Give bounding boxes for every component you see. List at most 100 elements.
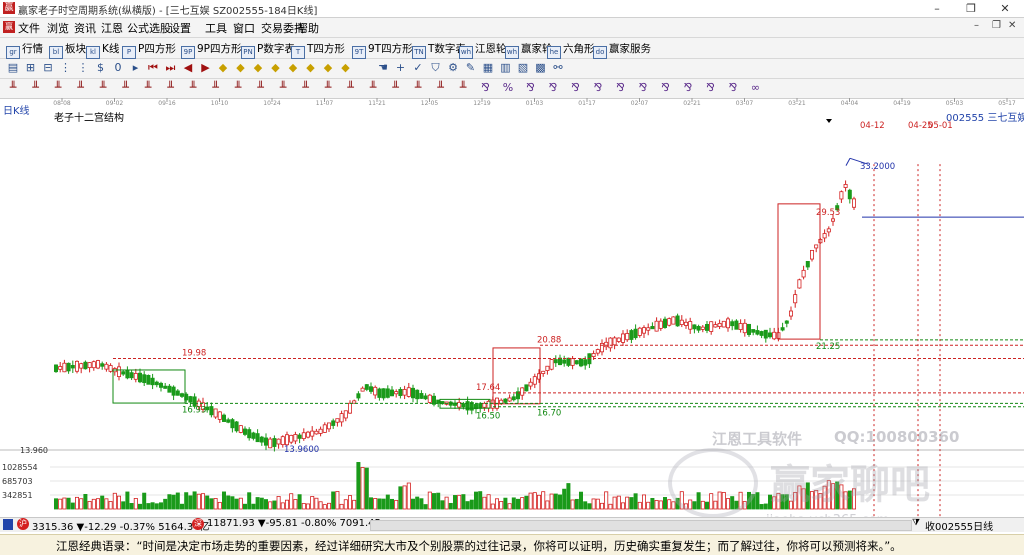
sh-index-quote[interactable]: 3315.36 ▼-12.29 -0.37% 5164.34亿 <box>32 518 210 533</box>
infinity-tool[interactable]: ∞ <box>749 81 763 95</box>
bar-tool-2[interactable]: ╨ <box>29 81 43 95</box>
child-restore-button[interactable]: ❐ <box>992 20 1001 31</box>
horizontal-scrollbar[interactable] <box>370 520 912 531</box>
sh-index-icon[interactable]: 沪 <box>17 518 29 530</box>
status-menu-icon[interactable] <box>3 519 13 530</box>
bar-tool-11[interactable]: ╨ <box>231 81 245 95</box>
bar-tool-13[interactable]: ╨ <box>276 81 290 95</box>
toolbar-button-6[interactable]: T T四方形 <box>291 41 345 59</box>
fib-tool-5[interactable]: ⅋ <box>614 81 628 95</box>
right-arrow-icon[interactable]: ▶ <box>199 61 213 75</box>
diamond2-icon[interactable]: ◆ <box>234 61 248 75</box>
bar-tool-16[interactable]: ╨ <box>344 81 358 95</box>
bar-tool-21[interactable]: ╨ <box>456 81 470 95</box>
toolbar-button-0[interactable]: gr 行情 <box>6 41 43 59</box>
table-icon[interactable]: ▦ <box>481 61 495 75</box>
ref-icon[interactable]: ✎ <box>464 61 478 75</box>
diamond3-icon[interactable]: ◆ <box>251 61 265 75</box>
bars2-icon[interactable]: ⋮ <box>76 61 90 75</box>
bar-tool-4[interactable]: ╨ <box>74 81 88 95</box>
toolbar-button-3[interactable]: P P四方形 <box>122 41 176 59</box>
play-start-icon[interactable]: ⏮ <box>146 61 160 75</box>
diamond8-icon[interactable]: ◆ <box>339 61 353 75</box>
play-icon[interactable]: ⏭ <box>164 61 178 75</box>
calc-icon[interactable]: ▥ <box>499 61 513 75</box>
menu-4[interactable]: 公式选股 <box>127 20 171 36</box>
child-minimize-button[interactable]: – <box>974 20 979 31</box>
minimize-button[interactable]: – <box>920 0 954 17</box>
period-select-icon[interactable]: ▤ <box>6 61 20 75</box>
bar-tool-7[interactable]: ╨ <box>141 81 155 95</box>
bar-tool-9[interactable]: ╨ <box>186 81 200 95</box>
toolbar-button-1[interactable]: bl 板块 <box>49 41 86 59</box>
toolbar-button-7[interactable]: 9T 9T四方形 <box>352 41 413 59</box>
toolbar-button-5[interactable]: PN P数字表 <box>241 41 295 59</box>
menu-3[interactable]: 江恩 <box>101 20 123 36</box>
toolbar-button-10[interactable]: wh 赢家轮 <box>505 41 553 59</box>
fib-tool-4[interactable]: ⅋ <box>591 81 605 95</box>
diamond6-icon[interactable]: ◆ <box>304 61 318 75</box>
filter-icon[interactable]: ⧩ <box>912 518 922 528</box>
child-window-icon[interactable]: 赢 <box>3 21 15 33</box>
fib-tool-2[interactable]: ⅋ <box>546 81 560 95</box>
check-icon[interactable]: ✓ <box>411 61 425 75</box>
close-button[interactable]: ✕ <box>988 0 1022 17</box>
bar-tool-3[interactable]: ╨ <box>51 81 65 95</box>
bar-tool-10[interactable]: ╨ <box>209 81 223 95</box>
menu-0[interactable]: 文件 <box>18 20 40 36</box>
bar-tool-15[interactable]: ╨ <box>321 81 335 95</box>
hand-icon[interactable]: ☚ <box>376 61 390 75</box>
toolbar-button-9[interactable]: wh 江恩轮 <box>459 41 507 59</box>
toolbar-button-8[interactable]: TN T数字表 <box>412 41 466 59</box>
bar-tool-6[interactable]: ╨ <box>119 81 133 95</box>
bar-tool-14[interactable]: ╨ <box>299 81 313 95</box>
toolbar-button-2[interactable]: kl K线 <box>86 41 119 59</box>
bar-tool-20[interactable]: ╨ <box>434 81 448 95</box>
diamond1-icon[interactable]: ◆ <box>216 61 230 75</box>
cycle-icon[interactable]: ⊞ <box>24 61 38 75</box>
bar-tool-5[interactable]: ╨ <box>96 81 110 95</box>
cross-icon[interactable]: + <box>394 61 408 75</box>
bar-tool-1[interactable]: ╨ <box>6 81 20 95</box>
connect-icon[interactable]: ⚯ <box>551 61 565 75</box>
fib-tool-6[interactable]: ⅋ <box>636 81 650 95</box>
zero-icon[interactable]: 0 <box>111 61 125 75</box>
bar-tool-12[interactable]: ╨ <box>254 81 268 95</box>
fib-tool-3[interactable]: ⅋ <box>569 81 583 95</box>
restore-button[interactable]: ❐ <box>954 0 988 17</box>
fib-tool-1[interactable]: ⅋ <box>524 81 538 95</box>
filter-icon[interactable]: ⛉ <box>429 61 443 75</box>
bar-tool-17[interactable]: ╨ <box>366 81 380 95</box>
toolbar-button-4[interactable]: 9P 9P四方形 <box>181 41 242 59</box>
menu-9[interactable]: 帮助 <box>297 20 319 36</box>
left-arrow-icon[interactable]: ◀ <box>181 61 195 75</box>
child-close-button[interactable]: ✕ <box>1008 20 1016 31</box>
pct-tool[interactable]: % <box>501 81 515 95</box>
sz-index-quote[interactable]: 11871.93 ▼-95.81 -0.80% 7091.45 <box>207 518 381 529</box>
diamond4-icon[interactable]: ◆ <box>269 61 283 75</box>
bar-tool-19[interactable]: ╨ <box>411 81 425 95</box>
dollar-icon[interactable]: $ <box>94 61 108 75</box>
bar-tool-8[interactable]: ╨ <box>164 81 178 95</box>
trend-tool[interactable]: ⅋ <box>479 81 493 95</box>
toolbar-button-12[interactable]: do 赢家服务 <box>593 41 651 59</box>
toolbar-button-11[interactable]: he 六角形 <box>547 41 595 59</box>
diamond5-icon[interactable]: ◆ <box>286 61 300 75</box>
print-icon[interactable]: ▩ <box>534 61 548 75</box>
fib-tool-9[interactable]: ⅋ <box>704 81 718 95</box>
menu-2[interactable]: 资讯 <box>74 20 96 36</box>
menu-6[interactable]: 工具 <box>205 20 227 36</box>
sz-index-icon[interactable]: 深 <box>192 518 204 530</box>
menu-7[interactable]: 窗口 <box>233 20 255 36</box>
bars-icon[interactable]: ⋮ <box>59 61 73 75</box>
gear-icon[interactable]: ⚙ <box>446 61 460 75</box>
menu-1[interactable]: 浏览 <box>47 20 69 36</box>
menu-5[interactable]: 设置 <box>169 20 191 36</box>
calendar-icon[interactable]: ⊟ <box>41 61 55 75</box>
diamond7-icon[interactable]: ◆ <box>321 61 335 75</box>
fib-tool-7[interactable]: ⅋ <box>659 81 673 95</box>
bar-tool-18[interactable]: ╨ <box>389 81 403 95</box>
arrow-icon[interactable]: ▸ <box>129 61 143 75</box>
color-tool[interactable]: ⅋ <box>726 81 740 95</box>
save-icon[interactable]: ▧ <box>516 61 530 75</box>
